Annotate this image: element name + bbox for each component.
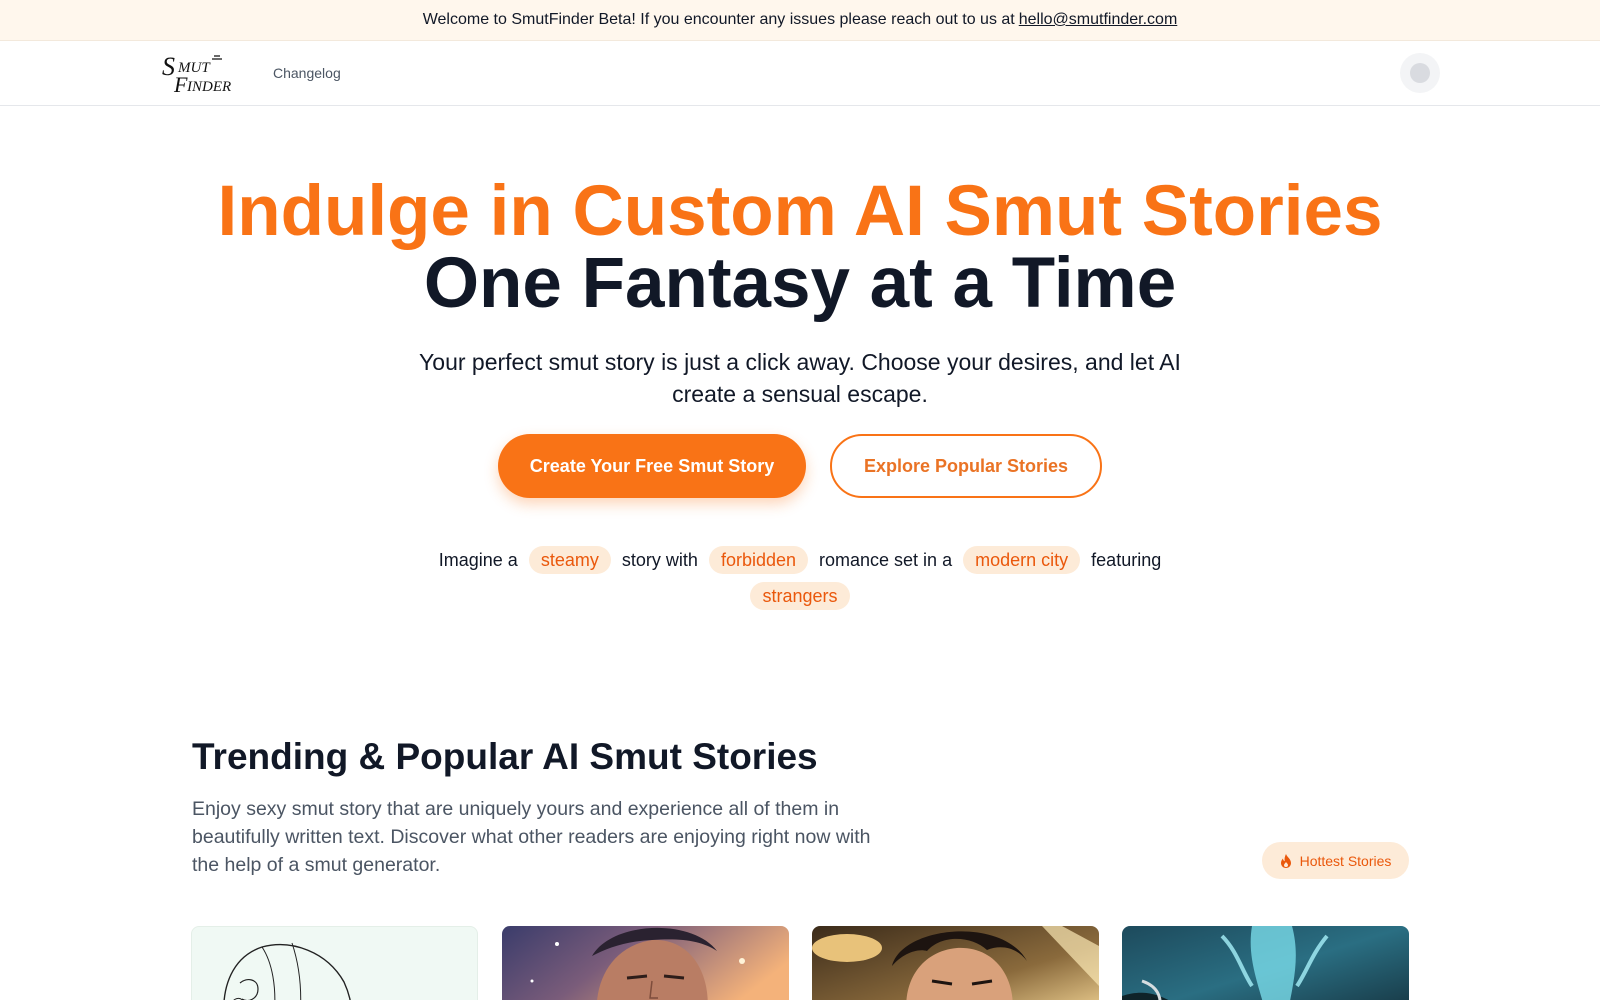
banner-text: Welcome to SmutFinder Beta! If you encou… (422, 11, 1015, 28)
prompt-chip-mood[interactable]: steamy (528, 546, 611, 574)
prompt-text: Imagine a (438, 550, 518, 570)
hottest-stories-filter[interactable]: Hottest Stories (1262, 842, 1409, 879)
top-navbar: S MUT F INDER Changelog (0, 41, 1600, 106)
svg-text:F: F (173, 72, 188, 96)
create-story-button[interactable]: Create Your Free Smut Story (498, 434, 806, 498)
story-prompt-sentence: Imagine a steamy story with forbidden ro… (420, 542, 1180, 614)
hero-title: Indulge in Custom AI Smut Stories One Fa… (0, 176, 1600, 320)
nav-link-changelog[interactable]: Changelog (273, 65, 341, 81)
hottest-stories-label: Hottest Stories (1299, 852, 1392, 869)
prompt-text: story with (621, 550, 698, 570)
story-card[interactable] (1122, 926, 1409, 1000)
smutfinder-logo[interactable]: S MUT F INDER (160, 51, 250, 96)
story-card-image (223, 942, 351, 1000)
hero-title-line2: One Fantasy at a Time (423, 244, 1177, 323)
story-card[interactable] (502, 926, 789, 1000)
prompt-chip-characters[interactable]: strangers (750, 582, 850, 610)
story-card[interactable] (191, 926, 478, 1000)
hero-subtitle: Your perfect smut story is just a click … (419, 349, 1181, 407)
explore-stories-button[interactable]: Explore Popular Stories (830, 434, 1102, 498)
trending-section-description: Enjoy sexy smut story that are uniquely … (192, 798, 871, 876)
banner-email-link[interactable]: hello@smutfinder.com (1019, 11, 1178, 29)
svg-text:INDER: INDER (186, 79, 231, 95)
user-avatar-button[interactable] (1400, 53, 1440, 93)
fire-icon (1280, 853, 1292, 868)
story-card[interactable] (812, 926, 1099, 1000)
trending-section-title: Trending & Popular AI Smut Stories (192, 736, 818, 777)
story-card-image (502, 926, 789, 1000)
hero-title-line1: Indulge in Custom AI Smut Stories (217, 172, 1383, 251)
prompt-text: featuring (1091, 550, 1162, 570)
story-card-image (1122, 926, 1409, 1000)
prompt-text: romance set in a (819, 550, 953, 570)
avatar-icon (1410, 63, 1430, 83)
prompt-chip-setting[interactable]: modern city (963, 546, 1081, 574)
prompt-chip-theme[interactable]: forbidden (708, 546, 808, 574)
announcement-banner: Welcome to SmutFinder Beta! If you encou… (0, 0, 1600, 41)
story-card-image (812, 926, 1099, 1000)
